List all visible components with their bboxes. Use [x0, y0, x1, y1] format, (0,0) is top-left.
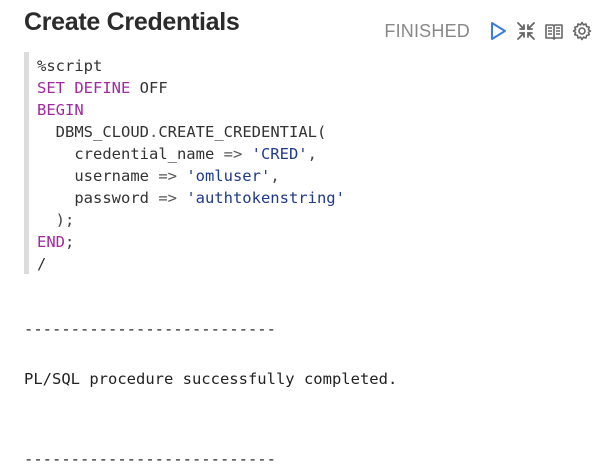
output-separator: --------------------------- — [24, 320, 276, 338]
gear-icon[interactable] — [570, 19, 594, 43]
code-line: END; — [37, 233, 75, 251]
notebook-paragraph: Create Credentials FINISHED %script SET … — [0, 0, 594, 470]
paragraph-toolbar: FINISHED — [384, 18, 594, 44]
code-line: credential_name => 'CRED', — [74, 145, 317, 163]
book-icon[interactable] — [542, 19, 566, 43]
code-line: DBMS_CLOUD.CREATE_CREDENTIAL( — [55, 123, 327, 141]
code-line: username => 'omluser', — [74, 167, 280, 185]
paragraph-title[interactable]: Create Credentials — [24, 8, 240, 37]
code-line: %script — [37, 57, 103, 75]
output-separator: --------------------------- — [24, 450, 276, 468]
code-line: ); — [55, 211, 75, 229]
run-icon[interactable] — [486, 19, 510, 43]
collapse-icon[interactable] — [514, 19, 538, 43]
code-line: password => 'authtokenstring' — [74, 189, 345, 207]
paragraph-output: --------------------------- PL/SQL proce… — [24, 300, 584, 468]
code-line: SET DEFINE OFF — [37, 79, 168, 97]
code-line: BEGIN — [37, 101, 84, 119]
status-label: FINISHED — [384, 20, 470, 41]
code-block: %script SET DEFINE OFF BEGIN DBMS_CLOUD.… — [29, 52, 589, 275]
output-message: PL/SQL procedure successfully completed. — [24, 370, 398, 388]
code-editor[interactable]: %script SET DEFINE OFF BEGIN DBMS_CLOUD.… — [24, 52, 589, 274]
code-line: / — [37, 255, 47, 273]
